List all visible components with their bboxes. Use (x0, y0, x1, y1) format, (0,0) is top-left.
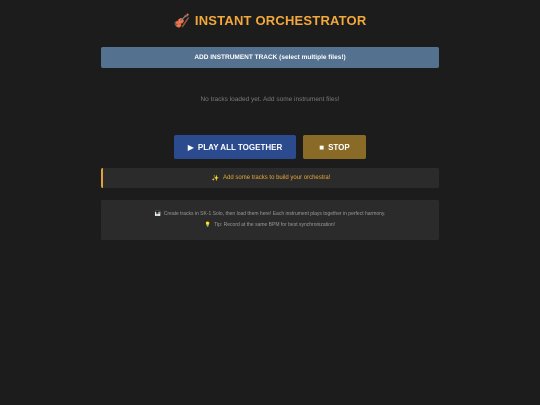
empty-tracks-message: No tracks loaded yet. Add some instrumen… (200, 96, 340, 103)
app-title-text: INSTANT ORCHESTRATOR (194, 13, 367, 28)
app-title: 🎻 INSTANT ORCHESTRATOR (0, 13, 540, 29)
stop-icon: ■ (319, 142, 325, 152)
sparkles-icon: ✨ (211, 175, 220, 182)
status-message-bar: ✨ Add some tracks to build your orchestr… (101, 168, 439, 188)
status-message: Add some tracks to build your orchestra! (223, 175, 331, 181)
info-line-instructions: 🎹 Create tracks in SK-1 Solo, then load t… (101, 211, 439, 217)
add-instrument-track-button[interactable]: ADD INSTRUMENT TRACK (select multiple fi… (101, 47, 439, 68)
violin-icon: 🎻 (173, 13, 190, 28)
app-root: 🎻 INSTANT ORCHESTRATOR ADD INSTRUMENT TRA… (0, 0, 540, 405)
lightbulb-icon: 💡 (204, 222, 212, 228)
info-panel: 🎹 Create tracks in SK-1 Solo, then load t… (101, 200, 439, 240)
info-tip-text: Tip: Record at the same BPM for best syn… (214, 222, 336, 228)
stop-label: STOP (328, 142, 350, 152)
play-all-label: PLAY ALL TOGETHER (197, 142, 283, 152)
play-icon: ▶ (187, 142, 194, 152)
stop-button[interactable]: ■ STOP (303, 135, 366, 159)
piano-icon: 🎹 (154, 211, 161, 217)
add-instrument-track-label: ADD INSTRUMENT TRACK (select multiple fi… (194, 54, 346, 61)
info-instructions-text: Create tracks in SK-1 Solo, then load th… (163, 211, 386, 217)
play-all-button[interactable]: ▶ PLAY ALL TOGETHER (174, 135, 296, 159)
info-line-tip: 💡 Tip: Record at the same BPM for best sy… (101, 222, 439, 228)
